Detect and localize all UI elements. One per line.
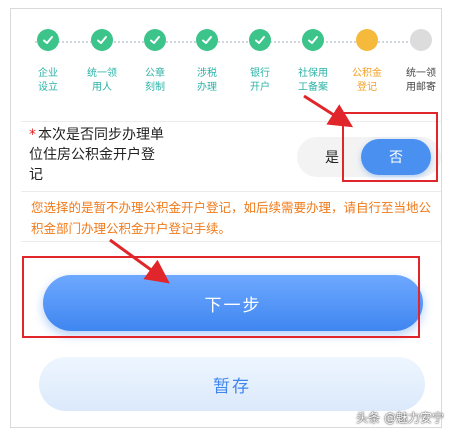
highlight-box-no-option (342, 112, 438, 182)
save-draft-button[interactable]: 暂存 (39, 357, 425, 411)
step-label: 统一领 用人 (87, 68, 117, 93)
question-text: 本次是否同步办理单位住房公积金开户登记 (29, 127, 164, 183)
step-4: 涉税 办理 (181, 29, 233, 95)
step-7: 公积金 登记 (341, 29, 393, 95)
step-check-icon (196, 29, 218, 51)
step-status-dot (410, 29, 432, 51)
step-2: 统一领 用人 (76, 29, 128, 95)
step-check-icon (302, 29, 324, 51)
step-label: 社保用 工备案 (298, 68, 328, 93)
step-check-icon (91, 29, 113, 51)
step-5: 银行 开户 (234, 29, 286, 95)
step-label: 公章 刻制 (145, 68, 165, 93)
divider (21, 191, 441, 192)
step-check-icon (37, 29, 59, 51)
step-status-dot (356, 29, 378, 51)
step-check-icon (249, 29, 271, 51)
step-label: 企业 设立 (38, 68, 58, 93)
step-label: 涉税 办理 (197, 68, 217, 93)
watermark: 头条 @魅力安宁 (356, 411, 444, 425)
progress-stepper: 企业 设立 统一领 用人 公章 刻制 涉税 办理 银行 开户 社保用 工备案 公积金 登记统… (11, 9, 441, 121)
required-mark: * (29, 127, 36, 143)
step-6: 社保用 工备案 (287, 29, 339, 95)
notice-text: 您选择的是暂不办理公积金开户登记，如后续需要办理，请自行至当地公积金部门办理公积… (31, 200, 432, 236)
step-label: 公积金 登记 (352, 68, 382, 93)
step-label: 银行 开户 (250, 68, 270, 93)
form-panel: 企业 设立 统一领 用人 公章 刻制 涉税 办理 银行 开户 社保用 工备案 公积金 登记统… (10, 8, 442, 428)
highlight-box-next-button (22, 256, 420, 338)
step-3: 公章 刻制 (129, 29, 181, 95)
step-8: 统一领 用邮寄 (395, 29, 441, 95)
step-check-icon (144, 29, 166, 51)
divider (21, 241, 441, 242)
step-label: 统一领 用邮寄 (406, 68, 436, 93)
step-1: 企业 设立 (22, 29, 74, 95)
sync-question-label: * 本次是否同步办理单位住房公积金开户登记 (29, 125, 167, 185)
